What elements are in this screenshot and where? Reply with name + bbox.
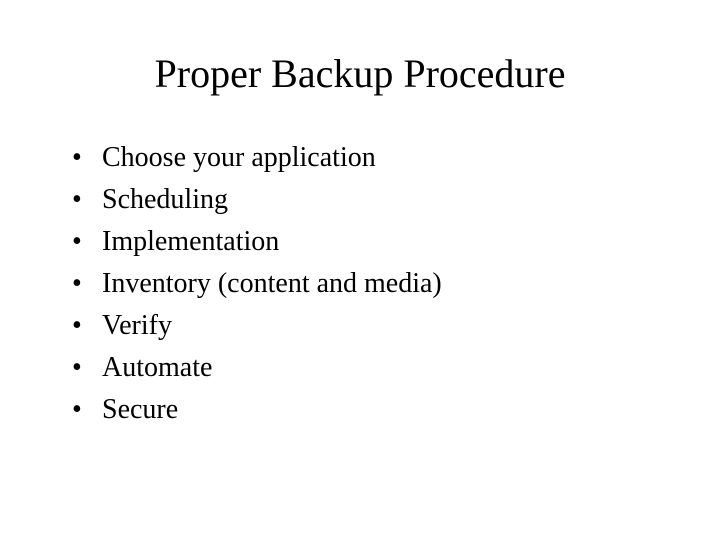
list-item-text: Automate [102,347,720,389]
list-item: • Choose your application [72,137,720,179]
bullet-icon: • [72,137,102,179]
bullet-icon: • [72,221,102,263]
list-item-text: Secure [102,389,720,431]
list-item: • Verify [72,305,720,347]
bullet-icon: • [72,347,102,389]
list-item-text: Choose your application [102,137,720,179]
list-item: • Automate [72,347,720,389]
bullet-icon: • [72,179,102,221]
list-item-text: Scheduling [102,179,720,221]
list-item-text: Verify [102,305,720,347]
slide: Proper Backup Procedure • Choose your ap… [0,0,720,540]
bullet-icon: • [72,263,102,305]
list-item-text: Inventory (content and media) [102,263,720,305]
list-item: • Secure [72,389,720,431]
bullet-icon: • [72,389,102,431]
slide-title: Proper Backup Procedure [0,50,720,97]
list-item: • Inventory (content and media) [72,263,720,305]
list-item: • Scheduling [72,179,720,221]
list-item-text: Implementation [102,221,720,263]
bullet-list: • Choose your application • Scheduling •… [0,137,720,431]
list-item: • Implementation [72,221,720,263]
bullet-icon: • [72,305,102,347]
